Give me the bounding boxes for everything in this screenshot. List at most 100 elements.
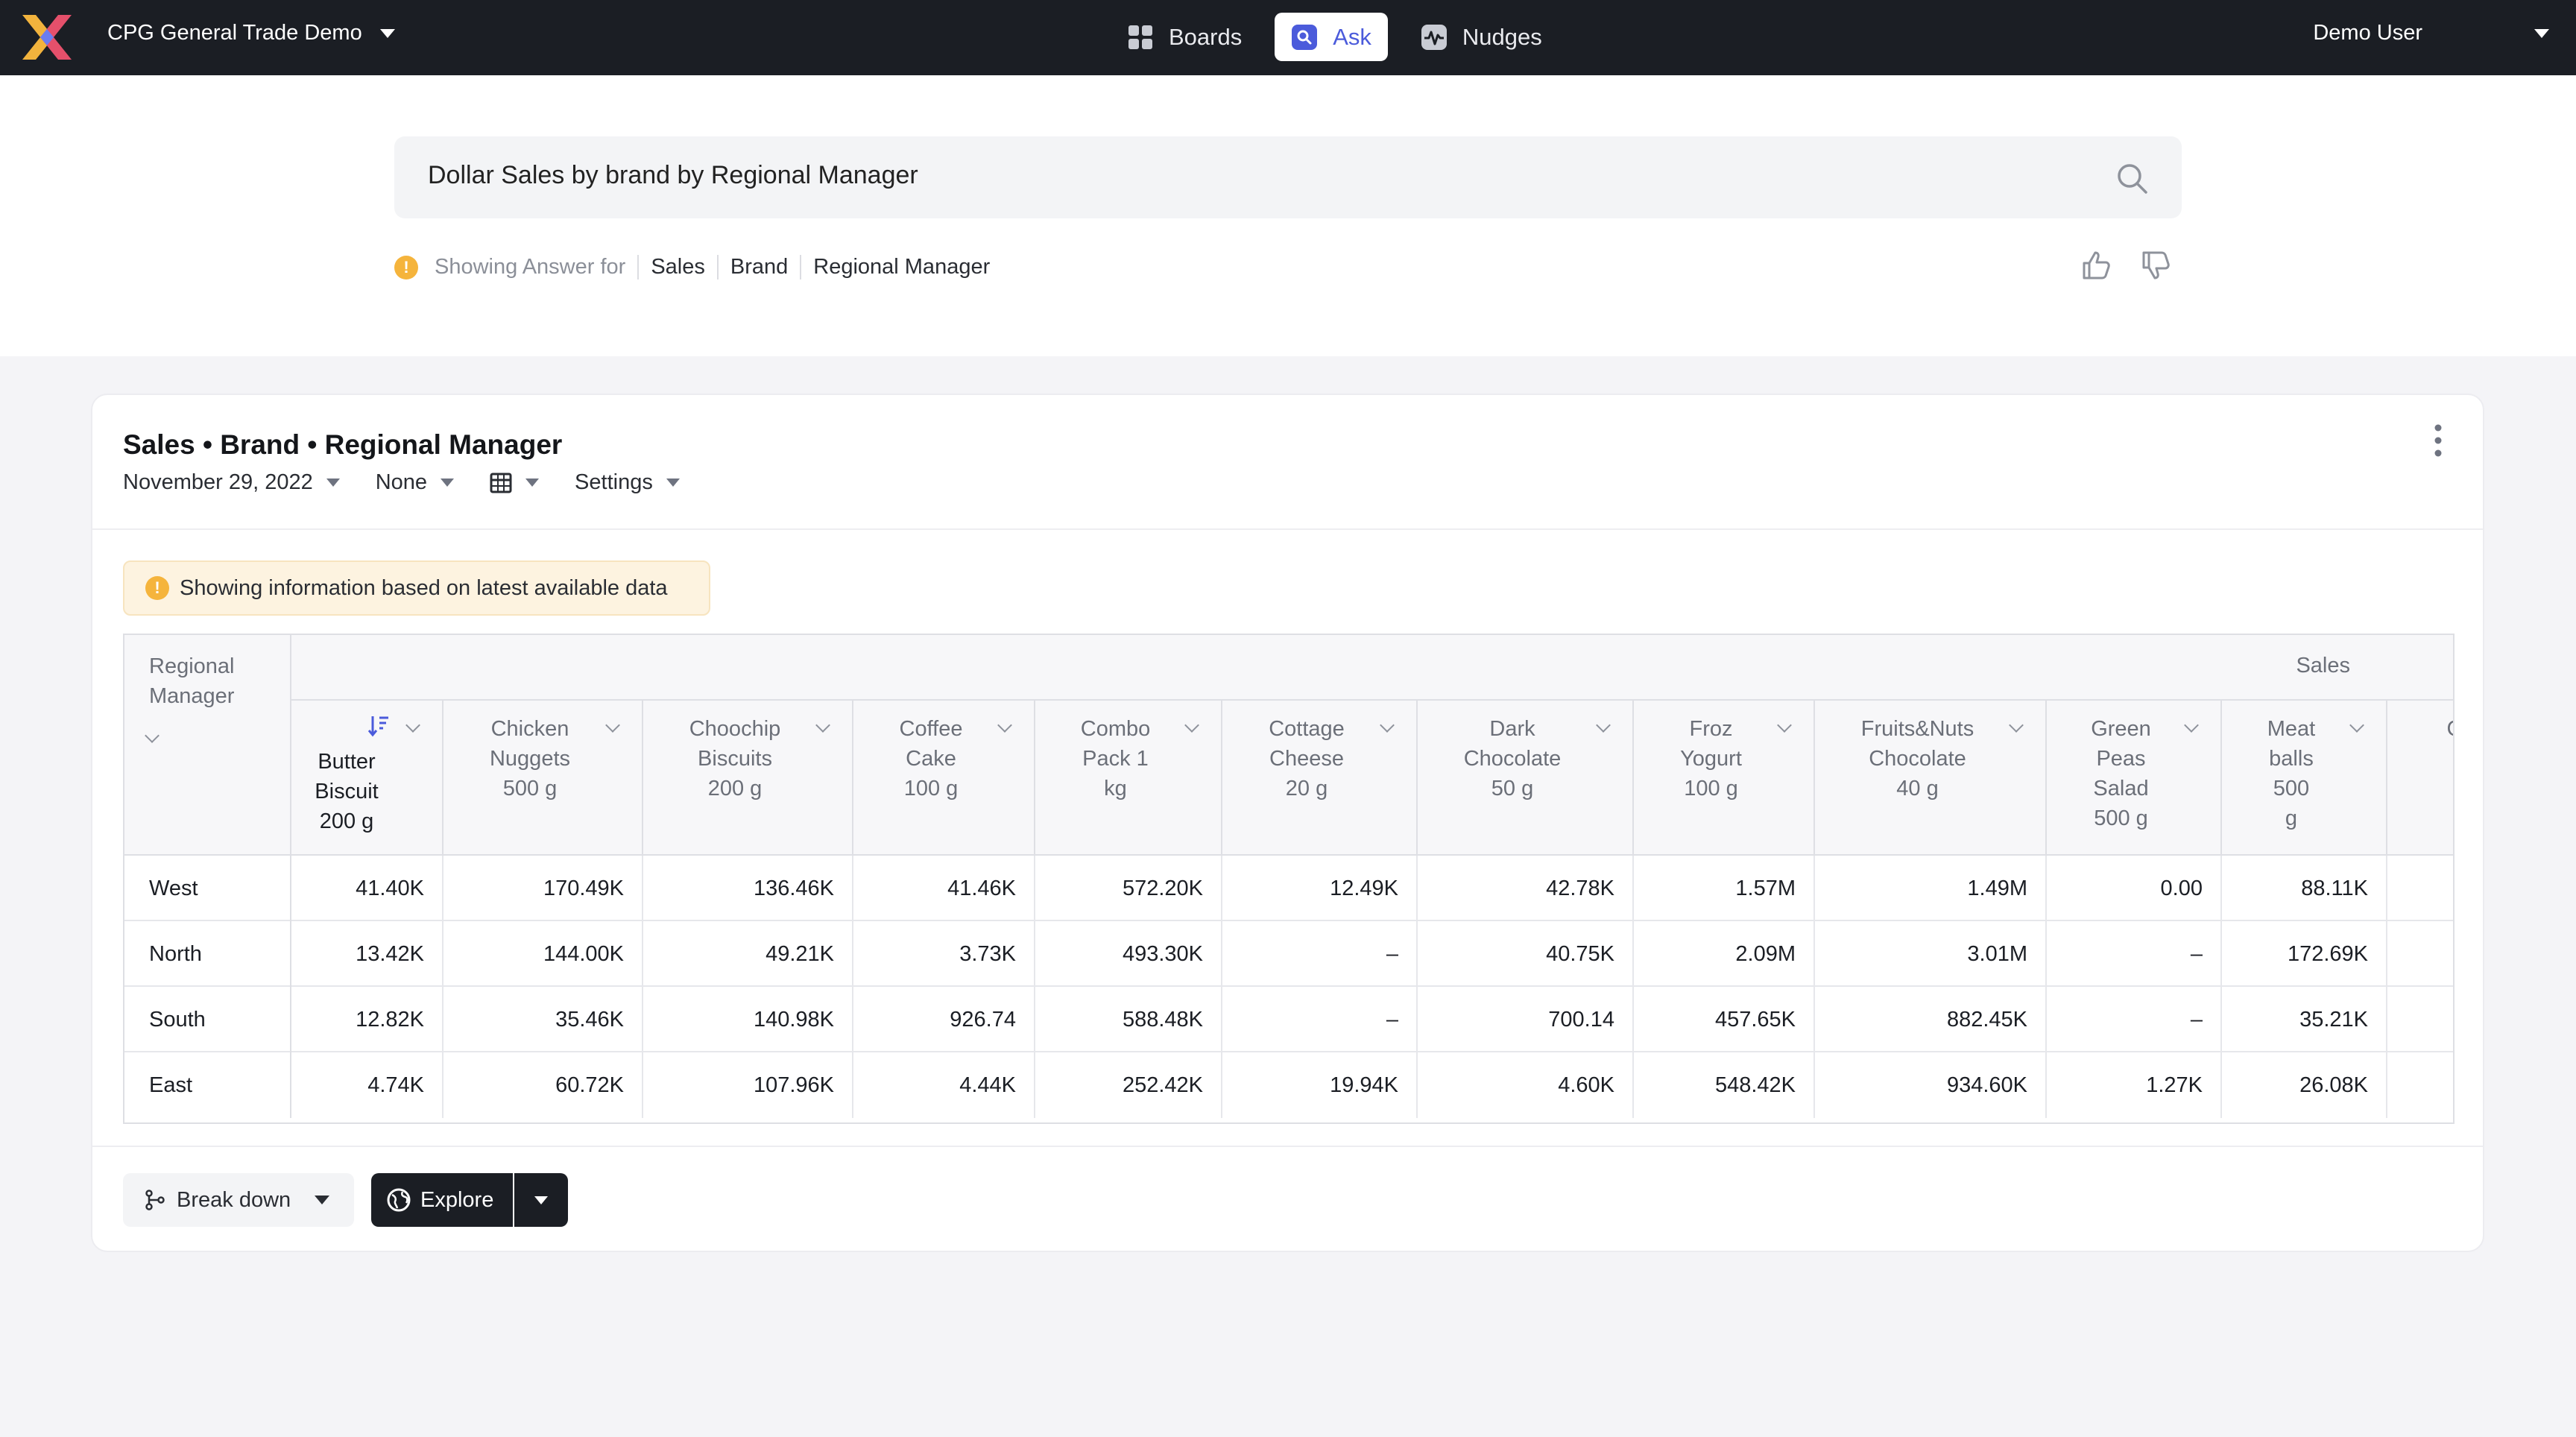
table-cell: 170.49K	[443, 856, 643, 921]
explore-button[interactable]: Explore	[371, 1173, 513, 1227]
answer-chip-regional-manager[interactable]: Regional Manager	[800, 255, 1002, 279]
date-selector[interactable]: November 29, 2022	[123, 470, 340, 495]
chevron-down-icon[interactable]	[2009, 718, 2024, 733]
info-banner: ! Showing information based on latest av…	[123, 560, 710, 616]
banner-text: Showing information based on latest avai…	[180, 575, 668, 600]
settings-selector[interactable]: Settings	[575, 470, 680, 495]
ask-icon	[1292, 24, 1318, 50]
table-cell: 700.14	[1418, 987, 1634, 1052]
table-cell: 19.94K	[1222, 1052, 1418, 1118]
column-header[interactable]: Meat balls 500 g	[2222, 701, 2387, 856]
chevron-down-icon[interactable]	[1596, 718, 1611, 733]
explore-label: Explore	[420, 1187, 494, 1212]
column-header[interactable]: Butter Biscuit 200 g	[291, 701, 443, 856]
table-cell: 41.46K	[853, 856, 1035, 921]
break-down-button[interactable]: Break down	[123, 1173, 354, 1227]
workspace-selector[interactable]: CPG General Trade Demo	[107, 21, 395, 45]
table-cell: 926.74	[853, 987, 1035, 1052]
table-cell: 12.82K	[291, 987, 443, 1052]
table-cell	[2387, 856, 2453, 921]
warning-icon: !	[394, 255, 418, 279]
chevron-down-icon[interactable]	[1777, 718, 1792, 733]
row-header-cell[interactable]: Regional Manager	[124, 635, 291, 856]
nav-boards-label: Boards	[1169, 23, 1243, 50]
feedback-buttons	[2080, 248, 2174, 282]
visualization-selector[interactable]	[490, 473, 540, 493]
workspace-name: CPG General Trade Demo	[107, 21, 362, 45]
chevron-down-icon[interactable]	[145, 728, 160, 743]
column-header-label: Fruits&Nuts Chocolate 40 g	[1860, 717, 1974, 800]
column-header-label: Dark Chocolate 50 g	[1463, 717, 1562, 800]
column-header[interactable]: Choochip Biscuits 200 g	[643, 701, 853, 856]
column-header[interactable]: Green Peas Salad 500 g	[2047, 701, 2222, 856]
table-cell: –	[2047, 921, 2222, 987]
table-cell: 1.27K	[2047, 1052, 2222, 1118]
table-row[interactable]: West 41.40K 170.49K 136.46K 41.46K 572.20K 12.…	[124, 856, 2453, 921]
chevron-down-icon[interactable]	[2184, 718, 2199, 733]
caret-down-icon	[2534, 28, 2549, 38]
table-cell: 49.21K	[643, 921, 853, 987]
answer-chip-sales[interactable]: Sales	[637, 255, 717, 279]
column-header-label: Coffee Cake 100 g	[899, 717, 963, 800]
sort-descending-icon[interactable]	[367, 714, 390, 738]
chevron-down-icon[interactable]	[2349, 718, 2364, 733]
answer-prefix: Showing Answer for	[435, 255, 626, 279]
explore-dropdown-button[interactable]	[514, 1173, 568, 1227]
top-navigation-bar: CPG General Trade Demo Boards Ask Nudges…	[0, 0, 2576, 75]
caret-down-icon	[315, 1196, 330, 1204]
nav-ask[interactable]: Ask	[1275, 13, 1388, 61]
caret-down-icon	[534, 1196, 548, 1204]
table-cell: 140.98K	[643, 987, 853, 1052]
compare-selector[interactable]: None	[376, 470, 455, 495]
table-cell: 882.45K	[1815, 987, 2047, 1052]
table-row[interactable]: South 12.82K 35.46K 140.98K 926.74 588.48K –70…	[124, 987, 2453, 1052]
sales-table: Regional Manager Sales Butter Biscuit 200 …	[123, 634, 2455, 1124]
chevron-down-icon[interactable]	[405, 718, 420, 733]
search-icon[interactable]	[2115, 161, 2149, 195]
branch-icon	[145, 1190, 165, 1210]
column-header[interactable]: Cottage Cheese 20 g	[1222, 701, 1418, 856]
chevron-down-icon[interactable]	[605, 718, 620, 733]
nav-nudges[interactable]: Nudges	[1404, 13, 1559, 61]
table-cell: 1.57M	[1634, 856, 1815, 921]
more-options-icon[interactable]	[2431, 422, 2446, 459]
column-header[interactable]: Chicken Nuggets 500 g	[443, 701, 643, 856]
column-header-label: Froz Yogurt 100 g	[1680, 717, 1742, 800]
table-cell: 144.00K	[443, 921, 643, 987]
thumbs-up-icon[interactable]	[2080, 248, 2114, 282]
row-label: West	[124, 856, 291, 921]
table-cell: –	[2047, 987, 2222, 1052]
chevron-down-icon[interactable]	[1184, 718, 1199, 733]
table-cell: 4.74K	[291, 1052, 443, 1118]
nav-boards[interactable]: Boards	[1111, 13, 1258, 61]
table-cell: 4.44K	[853, 1052, 1035, 1118]
thumbs-down-icon[interactable]	[2139, 248, 2174, 282]
column-header[interactable]: Coffee Cake 100 g	[853, 701, 1035, 856]
table-cell: 3.73K	[853, 921, 1035, 987]
chevron-down-icon[interactable]	[815, 718, 830, 733]
caret-down-icon	[326, 479, 340, 487]
table-cell: 4.60K	[1418, 1052, 1634, 1118]
table-cell: 107.96K	[643, 1052, 853, 1118]
user-menu[interactable]: Demo User	[2313, 21, 2549, 45]
divider	[92, 528, 2483, 530]
answer-chip-brand[interactable]: Brand	[716, 255, 800, 279]
table-row[interactable]: East 4.74K 60.72K 107.96K 4.44K 252.42K 19.94K…	[124, 1052, 2453, 1118]
column-header[interactable]: Fruits&Nuts Chocolate 40 g	[1815, 701, 2047, 856]
search-section: Dollar Sales by brand by Regional Manage…	[0, 75, 2576, 356]
column-header[interactable]: Froz Yogurt 100 g	[1634, 701, 1815, 856]
chevron-down-icon[interactable]	[997, 718, 1012, 733]
chevron-down-icon[interactable]	[1380, 718, 1395, 733]
date-value: November 29, 2022	[123, 470, 313, 494]
table-row[interactable]: North 13.42K 144.00K 49.21K 3.73K 493.30K –40.…	[124, 921, 2453, 987]
column-header[interactable]: Dark Chocolate 50 g	[1418, 701, 1634, 856]
column-header[interactable]: Combo Pack 1 kg	[1035, 701, 1222, 856]
search-input[interactable]: Dollar Sales by brand by Regional Manage…	[394, 136, 2182, 218]
column-header-label: Green Peas Salad 500 g	[2091, 717, 2151, 830]
column-header[interactable]: C	[2387, 701, 2453, 856]
table-cell: 88.11K	[2222, 856, 2387, 921]
app-logo-icon[interactable]	[22, 15, 72, 60]
table-cell: 3.01M	[1815, 921, 2047, 987]
table-cell: 2.09M	[1634, 921, 1815, 987]
table-cell: 13.42K	[291, 921, 443, 987]
